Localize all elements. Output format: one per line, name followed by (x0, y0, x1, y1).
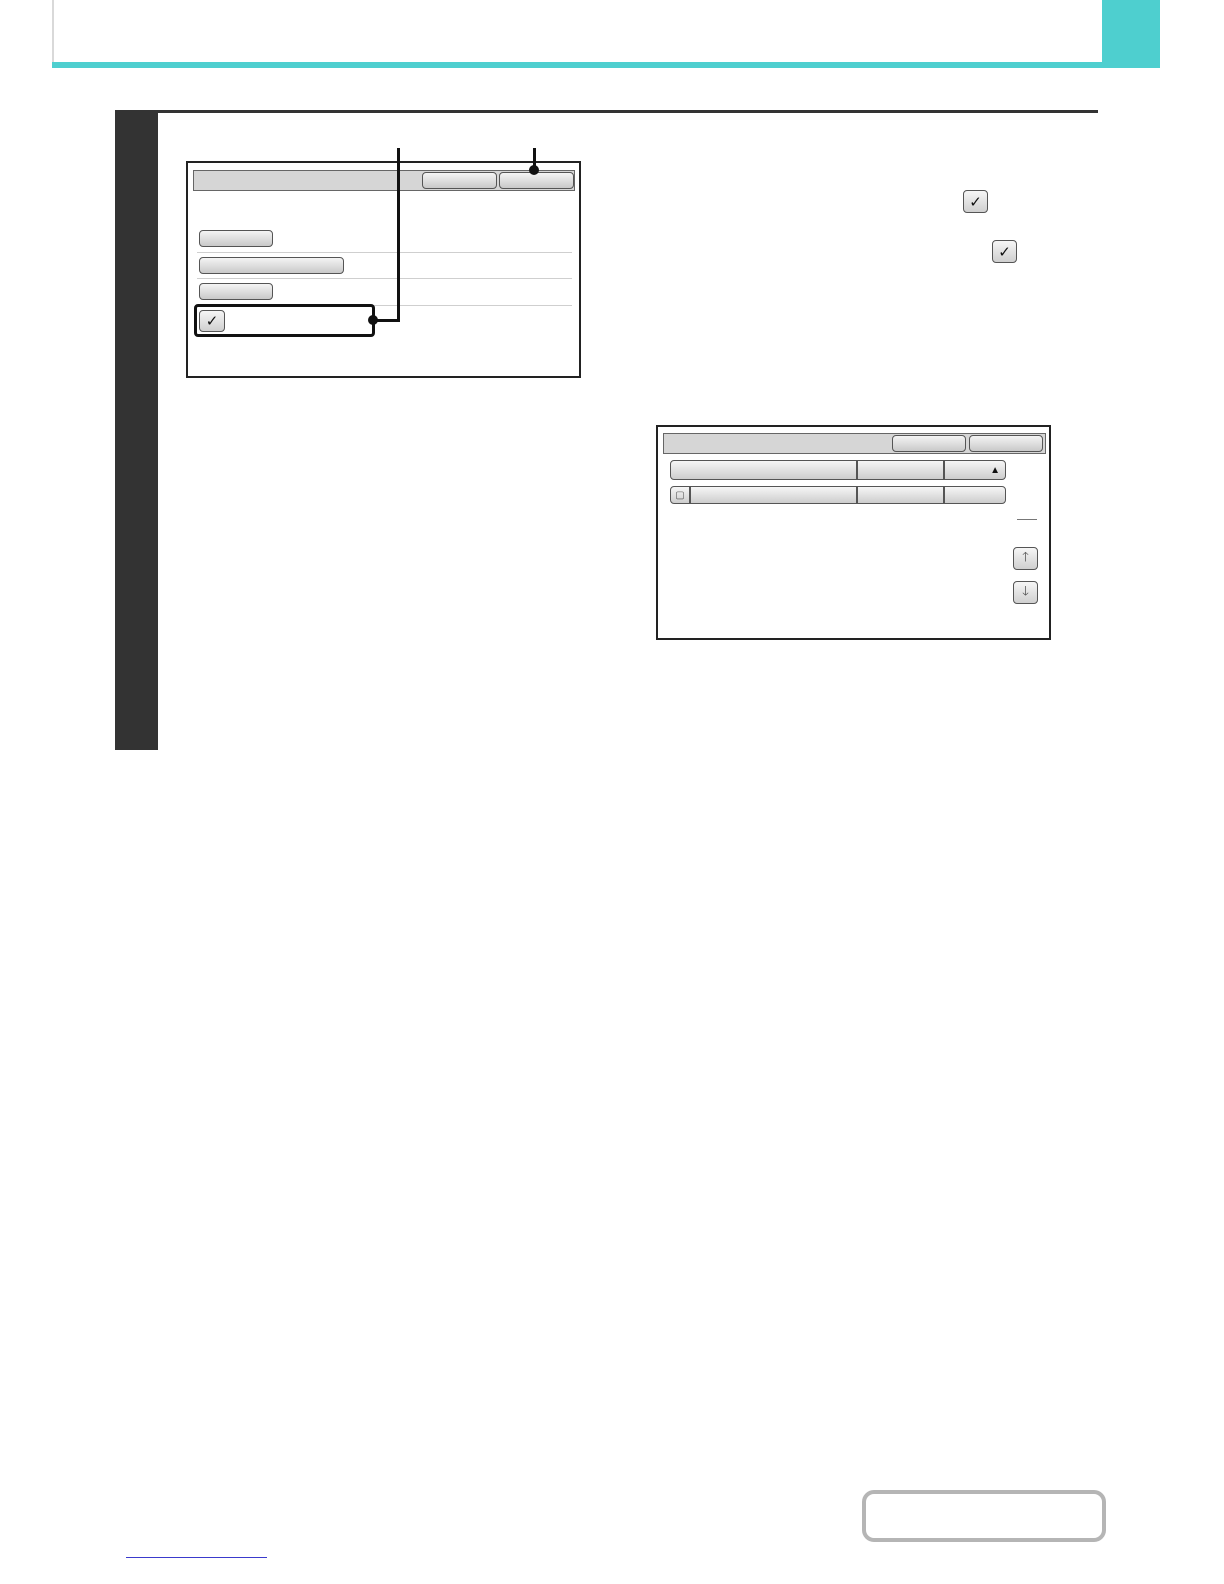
column-header-3[interactable]: ▲ (944, 460, 1006, 480)
header-chapter-tab (1102, 0, 1160, 66)
column-header-2[interactable] (857, 460, 944, 480)
option-button-2[interactable] (199, 257, 344, 274)
checkmark-icon: ✓ (998, 243, 1011, 261)
arrow-up-icon: 🡑 (1022, 548, 1029, 564)
inline-checkbox-icon: ✓ (963, 190, 988, 213)
list-header: ▲ (670, 460, 1006, 480)
footer-link-underline[interactable] (126, 1557, 267, 1558)
row-cell-3 (944, 486, 1006, 504)
step-top-rule (115, 110, 1098, 113)
panel-title-button-right[interactable] (499, 172, 574, 189)
scroll-up-button[interactable]: 🡑 (1013, 547, 1038, 570)
option-button-1[interactable] (199, 230, 273, 247)
document-icon: ▢ (675, 489, 685, 501)
callout-line-1 (397, 148, 400, 322)
callout-dot-1 (368, 315, 378, 325)
row-cell-1 (690, 486, 857, 504)
header-left-rule (52, 0, 54, 62)
row-cell-2 (857, 486, 944, 504)
list-row[interactable]: ▢ (670, 486, 1006, 504)
arrow-down-icon: 🡓 (1022, 582, 1029, 598)
checkbox[interactable]: ✓ (199, 310, 225, 332)
inline-checkbox-icon: ✓ (992, 240, 1017, 263)
checkmark-icon: ✓ (205, 313, 219, 330)
settings-screen-illustration: ✓ (186, 161, 581, 378)
contents-button[interactable] (862, 1490, 1106, 1542)
page-indicator-line (1017, 519, 1037, 520)
option-button-3[interactable] (199, 283, 273, 300)
row-icon-cell: ▢ (670, 486, 690, 504)
panel-title-button-right[interactable] (969, 435, 1043, 452)
sort-triangle-icon: ▲ (990, 464, 1000, 476)
list-screen-illustration: ▲ ▢ 🡑 🡓 (656, 425, 1051, 640)
divider (197, 278, 572, 279)
column-header-1[interactable] (670, 460, 857, 480)
panel-title-button-left[interactable] (892, 435, 966, 452)
callout-dot-2 (529, 165, 539, 175)
header-accent-bar (52, 62, 1160, 68)
step-number-sidebar (115, 110, 158, 750)
divider (197, 252, 572, 253)
checkmark-icon: ✓ (969, 193, 982, 211)
scroll-down-button[interactable]: 🡓 (1013, 581, 1038, 604)
panel-title-button-left[interactable] (422, 172, 497, 189)
